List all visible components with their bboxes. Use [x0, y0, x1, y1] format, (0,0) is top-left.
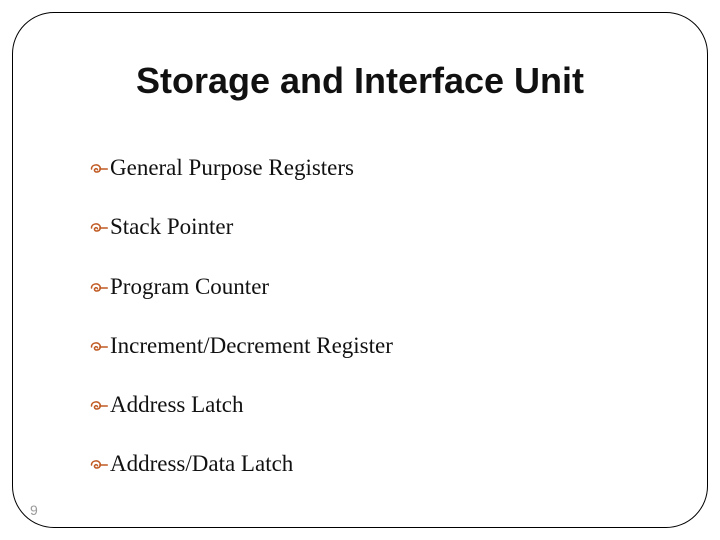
bullet-list: General Purpose Registers Stack Pointer … [90, 155, 660, 511]
list-item-text: General Purpose Registers [110, 155, 354, 180]
list-item: Address/Data Latch [90, 451, 660, 476]
list-item-text: Address/Data Latch [110, 451, 293, 476]
list-item: Increment/Decrement Register [90, 333, 660, 358]
bullet-icon [90, 275, 108, 298]
list-item: Address Latch [90, 392, 660, 417]
list-item-text: Increment/Decrement Register [110, 333, 393, 358]
bullet-icon [90, 393, 108, 416]
slide: Storage and Interface Unit General Purpo… [0, 0, 720, 540]
bullet-icon [90, 215, 108, 238]
list-item: Stack Pointer [90, 214, 660, 239]
bullet-icon [90, 156, 108, 179]
list-item-text: Address Latch [110, 392, 244, 417]
bullet-icon [90, 334, 108, 357]
list-item: Program Counter [90, 274, 660, 299]
list-item-text: Stack Pointer [110, 214, 233, 239]
page-number: 9 [30, 502, 38, 518]
slide-title: Storage and Interface Unit [0, 60, 720, 102]
list-item-text: Program Counter [110, 274, 269, 299]
bullet-icon [90, 452, 108, 475]
list-item: General Purpose Registers [90, 155, 660, 180]
